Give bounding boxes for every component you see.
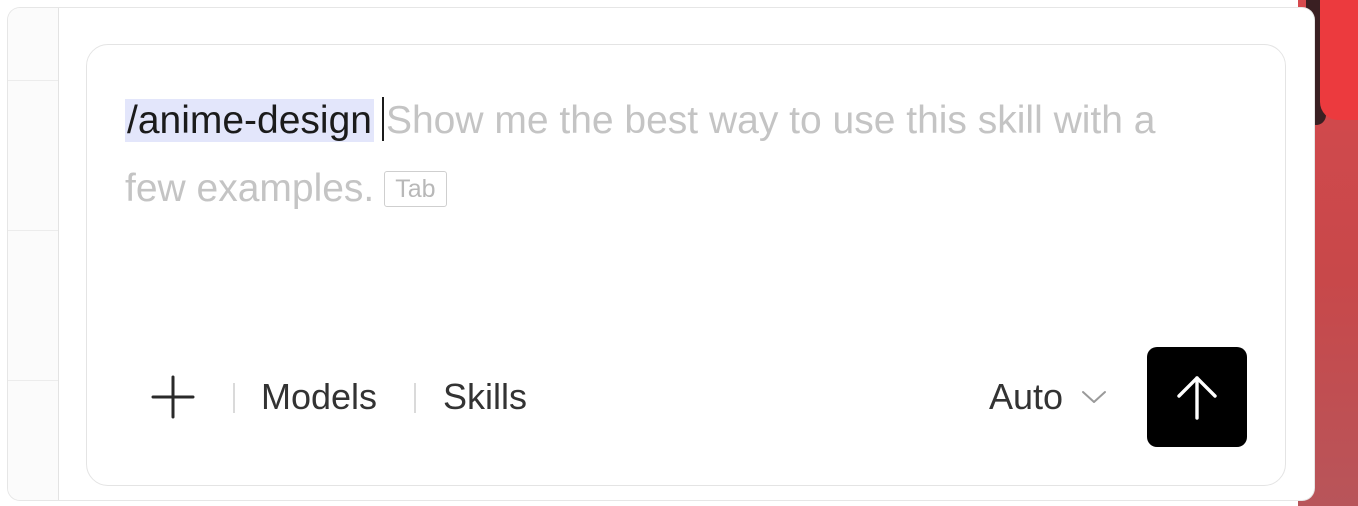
prompt-composer: /anime-design Show me the best way to use… bbox=[86, 44, 1286, 486]
add-attachment-button[interactable] bbox=[147, 371, 199, 423]
side-divider bbox=[8, 230, 58, 231]
app-window: /anime-design Show me the best way to use… bbox=[8, 8, 1314, 500]
toolbar-divider bbox=[414, 383, 416, 413]
chevron-down-icon bbox=[1082, 391, 1106, 403]
skills-button[interactable]: Skills bbox=[443, 373, 527, 421]
arrow-up-icon bbox=[1177, 376, 1217, 420]
send-button[interactable] bbox=[1147, 347, 1247, 447]
mode-dropdown[interactable]: Auto bbox=[989, 373, 1107, 421]
composer-toolbar: Models Skills Auto bbox=[147, 347, 1247, 447]
tab-key-hint: Tab bbox=[384, 171, 447, 207]
toolbar-divider bbox=[233, 383, 235, 413]
text-caret bbox=[381, 97, 384, 141]
mode-value: Auto bbox=[988, 376, 1063, 417]
side-divider bbox=[8, 80, 58, 81]
skill-token[interactable]: /anime-design bbox=[125, 99, 374, 142]
side-panel-edge bbox=[8, 8, 59, 500]
side-divider bbox=[8, 380, 58, 381]
plus-icon bbox=[151, 375, 195, 419]
models-button[interactable]: Models bbox=[261, 373, 377, 421]
prompt-input[interactable]: /anime-design Show me the best way to use… bbox=[125, 87, 1205, 223]
background-accent bbox=[1320, 0, 1358, 120]
